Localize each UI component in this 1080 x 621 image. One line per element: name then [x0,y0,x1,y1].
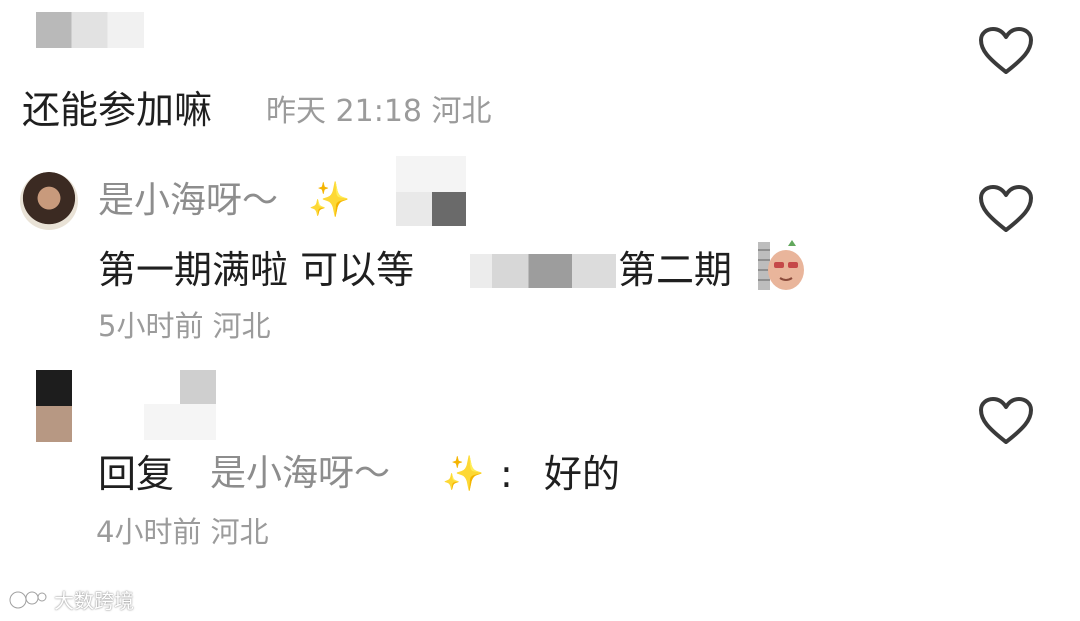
reply-label: 回复 [98,452,175,496]
comment-meta: 昨天 21:18 河北 [266,94,492,129]
comment-meta: 4小时前 河北 [96,515,269,549]
avatar[interactable] [36,370,72,442]
blurred-username-1 [36,12,144,48]
blurred-text [470,254,616,288]
comment-text: 还能参加嘛 [22,88,213,132]
reply-colon: : [500,452,513,496]
comment-meta: 5小时前 河北 [98,309,271,343]
blurred-username-3 [144,370,216,440]
heart-outline-icon [979,27,1033,74]
comment-text: 好的 [544,452,621,496]
author-name[interactable]: 是小海呀～ [98,178,278,224]
like-button[interactable] [978,184,1034,234]
potato-sticker-icon [756,238,808,292]
comment-text-part2: 第二期 [618,248,733,292]
comment-text-part1: 第一期满啦 可以等 [98,248,415,292]
reply-to-author[interactable]: 是小海呀～ [210,451,390,497]
brand-logo-icon [8,586,48,614]
avatar[interactable] [20,172,78,230]
blurred-badge [396,156,466,226]
like-button[interactable] [978,26,1034,76]
like-button[interactable] [978,396,1034,446]
sparkle-emoji: ✨ [442,454,485,494]
sparkle-emoji: ✨ [308,180,351,220]
heart-outline-icon [979,397,1033,444]
heart-outline-icon [979,185,1033,232]
watermark-text: 大数跨境 [54,589,134,613]
